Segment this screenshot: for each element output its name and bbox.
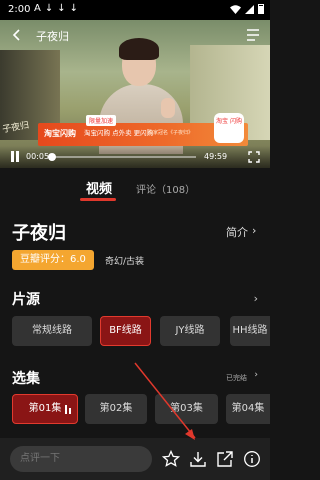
download-notification-icon: ↓: [57, 3, 66, 14]
comment-input[interactable]: [10, 446, 152, 472]
episode-label: 第01集: [28, 403, 62, 414]
menu-icon[interactable]: [246, 29, 260, 41]
star-icon[interactable]: [162, 450, 180, 468]
fullscreen-icon[interactable]: [248, 151, 260, 163]
status-bar: 2:00 A ↓ ↓ ↓: [0, 0, 270, 20]
sources-title: 片源: [12, 292, 40, 308]
show-title: 子夜归: [12, 223, 66, 244]
download-notification-icon: ↓: [44, 3, 54, 14]
active-tab-indicator: [80, 198, 116, 201]
episode-chip-active[interactable]: 第01集: [12, 394, 78, 424]
current-time: 00:05: [26, 152, 50, 161]
tab-comments[interactable]: 评论（108）: [136, 181, 195, 196]
download-notification-icon: ↓: [69, 3, 79, 14]
chevron-right-icon[interactable]: ›: [254, 370, 258, 380]
progress-knob[interactable]: [48, 153, 57, 161]
duration: 49:59: [204, 152, 228, 161]
episodes-status[interactable]: 已完结: [226, 373, 247, 383]
source-chip[interactable]: HH线路: [230, 316, 270, 346]
player-topbar: 子夜归: [0, 20, 270, 50]
info-icon[interactable]: [243, 450, 261, 468]
player-title: 子夜归: [36, 30, 69, 43]
source-chip[interactable]: 常规线路: [12, 316, 92, 346]
episode-chip[interactable]: 第03集: [155, 394, 218, 424]
episode-chip[interactable]: 第02集: [85, 394, 147, 424]
source-chip-active[interactable]: BF线路: [100, 316, 151, 346]
notification-icon-a: A: [34, 3, 41, 14]
episode-chip[interactable]: 第04集: [226, 394, 270, 424]
source-chip[interactable]: JY线路: [160, 316, 220, 346]
progress-bar[interactable]: [48, 153, 196, 161]
ad-slogan: 淘宝闪购 点外卖 更闪购: [84, 129, 154, 137]
content-tabs: 视频 评论（108）: [0, 178, 270, 202]
chevron-right-icon[interactable]: ›: [252, 224, 256, 237]
episodes-title: 选集: [12, 371, 40, 387]
back-icon[interactable]: [10, 28, 24, 42]
ad-logo: 淘宝 闪购: [214, 113, 244, 143]
ad-brand: 淘宝闪购: [44, 129, 76, 138]
rating-badge: 豆瓣评分：6.0: [12, 250, 94, 270]
ad-banner[interactable]: 淘宝闪购 限量加速 淘宝闪购 点外卖 更闪购 独家冠名《子夜归》 淘宝 闪购: [38, 113, 248, 146]
chevron-right-icon[interactable]: ›: [254, 292, 258, 305]
video-player[interactable]: 子夜归 子夜归 淘宝闪购 限量加速 淘宝闪购 点外卖 更闪购 独家冠名《子夜归》…: [0, 20, 270, 168]
wifi-icon: [230, 4, 241, 14]
notification-icons: A ↓ ↓ ↓: [34, 3, 78, 14]
ad-sponsor-text: 独家冠名《子夜归》: [148, 130, 194, 136]
ad-pill: 限量加速: [86, 115, 117, 126]
genre-label: 奇幻/古装: [105, 257, 145, 267]
playing-indicator-icon: [65, 405, 71, 414]
download-icon[interactable]: [189, 450, 207, 468]
battery-icon: [258, 4, 264, 14]
signal-icon: [245, 4, 254, 14]
status-right: [230, 4, 264, 14]
share-icon[interactable]: [216, 450, 234, 468]
pause-icon[interactable]: [10, 151, 20, 162]
bottom-bar: [0, 438, 270, 480]
status-time: 2:00: [8, 4, 31, 15]
player-controls: 00:05 49:59: [0, 146, 270, 168]
intro-link[interactable]: 简介: [226, 224, 248, 240]
tab-video[interactable]: 视频: [86, 178, 112, 197]
